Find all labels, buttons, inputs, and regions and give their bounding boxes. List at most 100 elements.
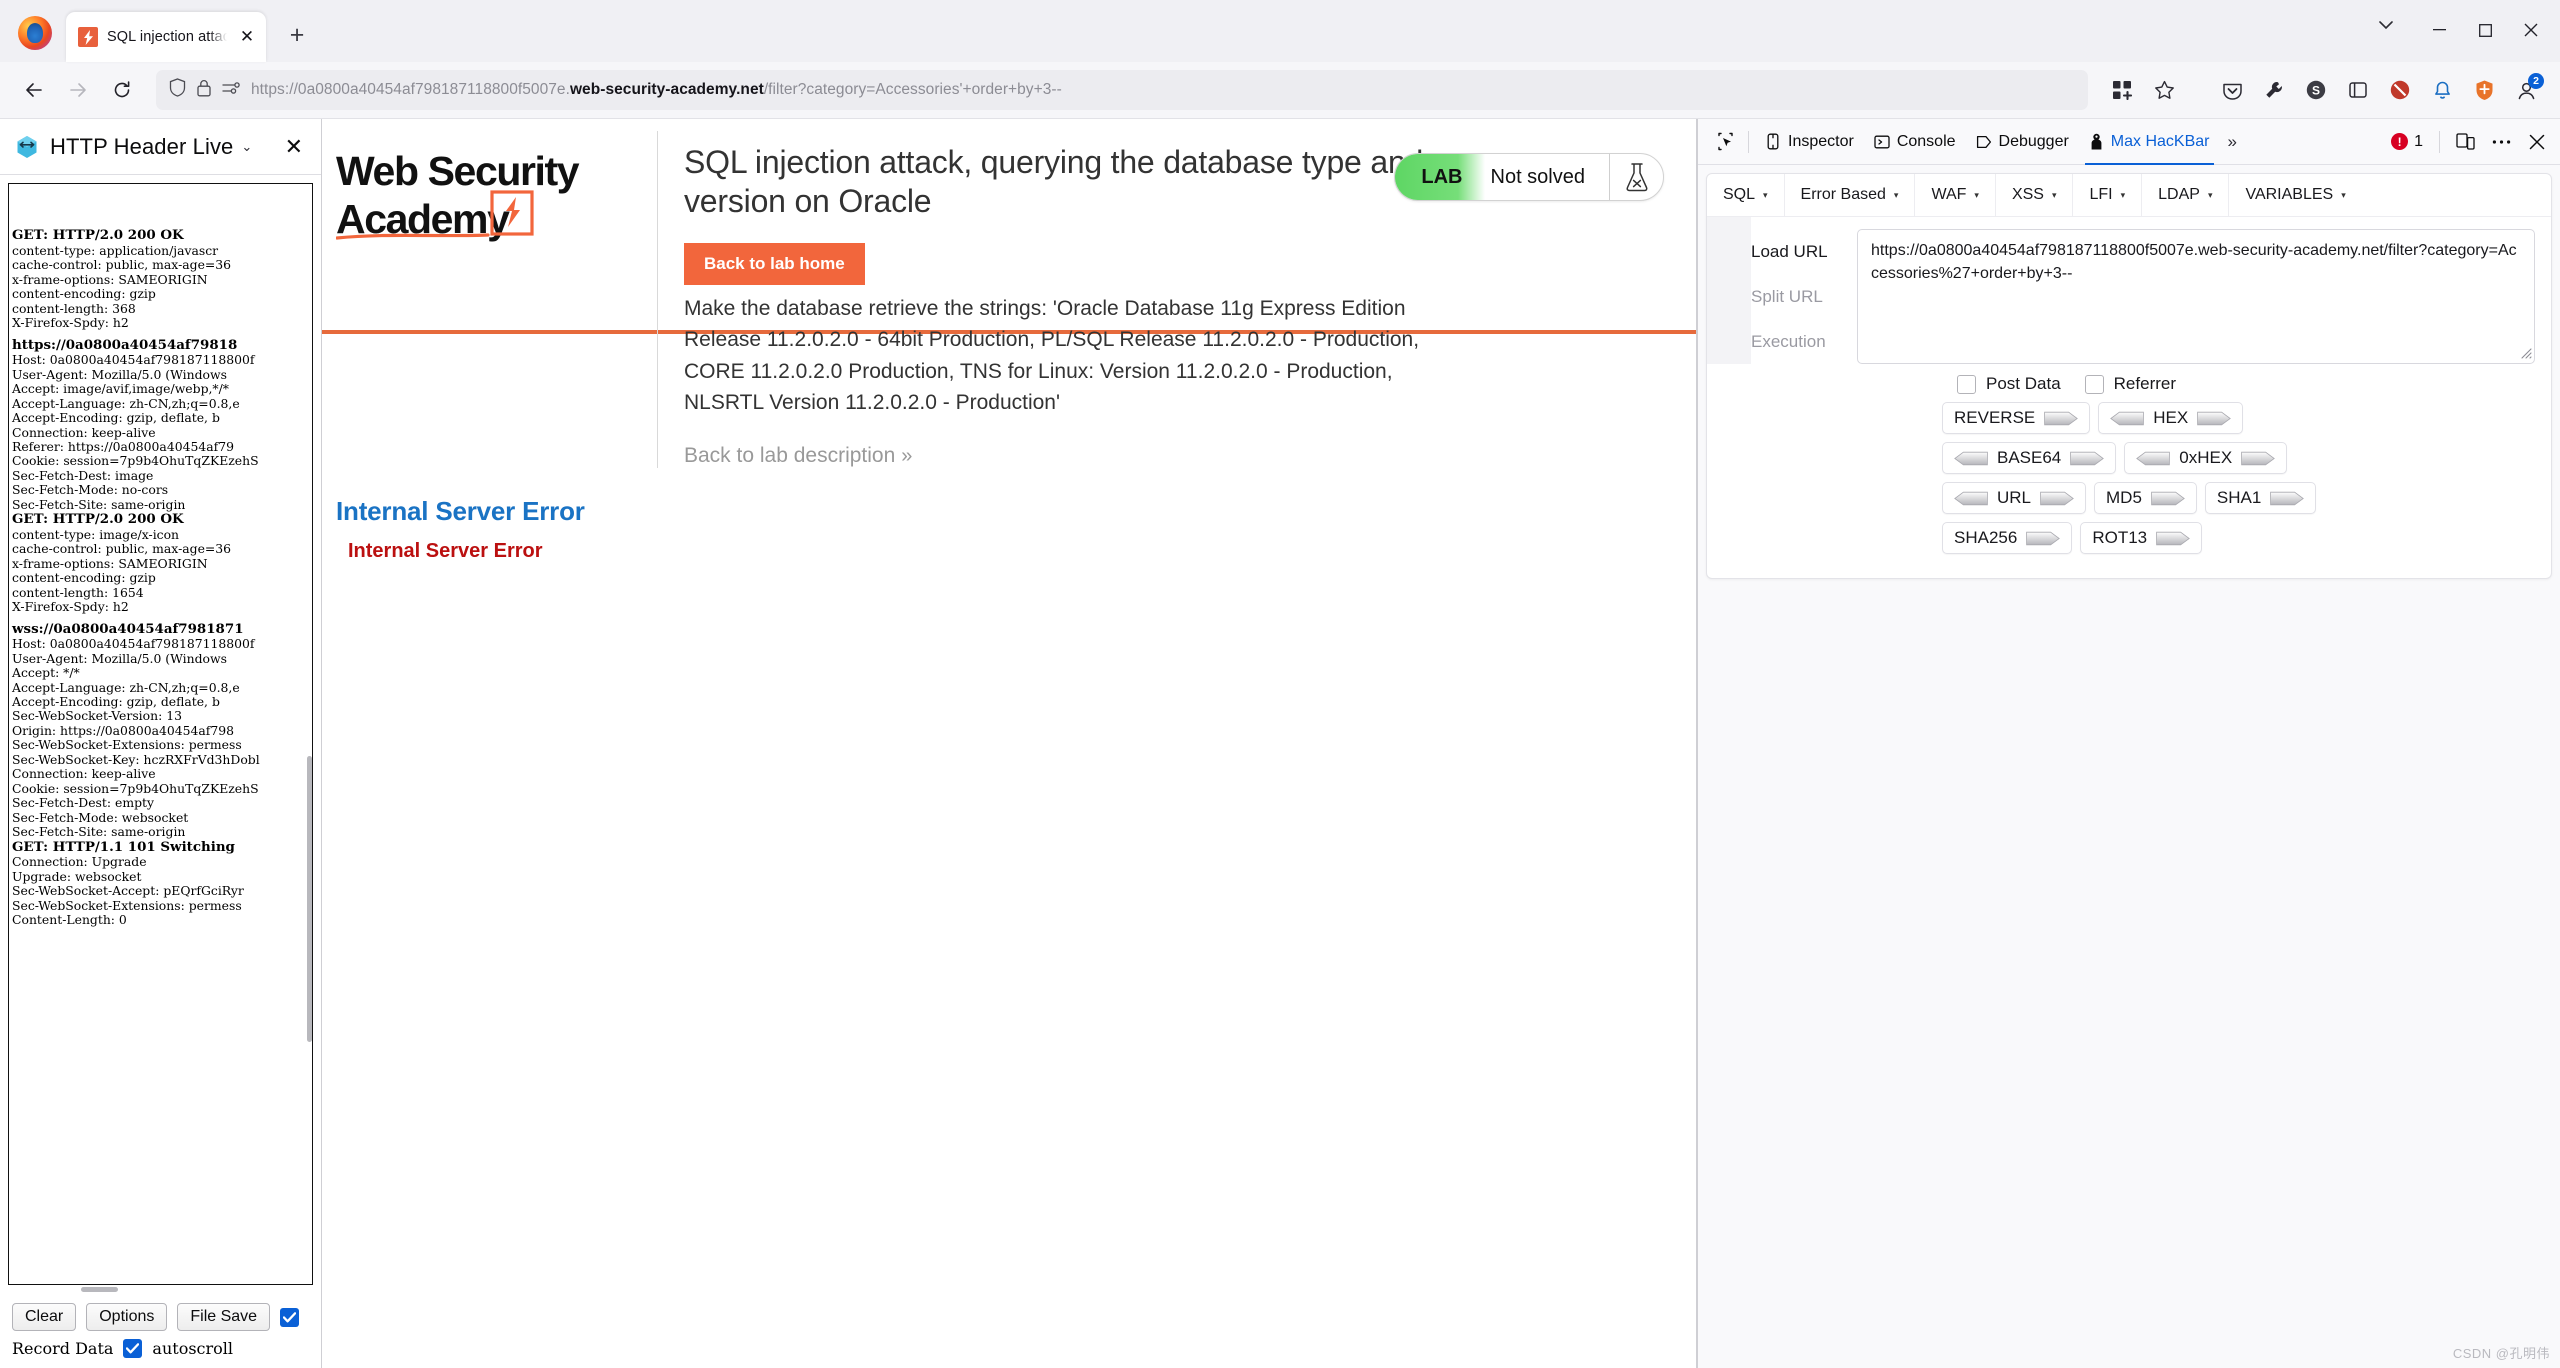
close-devtools-icon[interactable] (2520, 125, 2554, 159)
hackbar-menu-waf[interactable]: WAF ▾ (1915, 174, 1996, 216)
bookmark-star-icon[interactable] (2144, 70, 2184, 110)
encoder-button-hex[interactable]: HEX (2098, 402, 2244, 434)
encoder-button-label: HEX (2153, 408, 2189, 427)
log-header-line: User-Agent: Mozilla/5.0 (Windows (12, 366, 231, 382)
work-area: HTTP Header Live ⌄ ✕ GET: HTTP/2.0 200 O… (0, 119, 2560, 1368)
permissions-icon[interactable] (222, 81, 240, 100)
hackbar-menu-xss[interactable]: XSS ▾ (1996, 174, 2074, 216)
window-close-button[interactable] (2508, 13, 2554, 47)
list-all-tabs-icon[interactable] (2366, 8, 2406, 42)
encoder-button-md5[interactable]: MD5 (2094, 482, 2197, 514)
encoder-button-url[interactable]: URL (1942, 482, 2087, 514)
options-button[interactable]: Options (86, 1303, 168, 1331)
container-icon[interactable] (2338, 70, 2378, 110)
s-extension-icon[interactable]: S (2296, 70, 2336, 110)
shield-extension-icon[interactable] (2464, 70, 2504, 110)
log-header-line: Sec-Fetch-Dest: empty (12, 795, 154, 811)
hackbar-menu-error-based[interactable]: Error Based ▾ (1785, 174, 1916, 216)
encode-arrow-icon (2040, 491, 2074, 505)
encoder-row: SHA256 ROT13 (1942, 522, 2551, 554)
shield-icon[interactable] (169, 78, 186, 102)
encode-arrow-icon (2151, 491, 2185, 505)
checkbox-referrer[interactable] (2084, 374, 2104, 394)
sidebar-close-icon[interactable]: ✕ (279, 134, 309, 160)
log-header-line: Sec-WebSocket-Extensions: permess (12, 737, 242, 753)
autoscroll-checkbox[interactable] (123, 1339, 143, 1358)
checkbox-post-data[interactable] (1957, 374, 1976, 394)
chevron-down-icon[interactable]: ⌄ (241, 139, 252, 155)
encoder-button-reverse[interactable]: REVERSE (1942, 402, 2091, 434)
encoder-button-base64[interactable]: BASE64 (1942, 442, 2117, 474)
log-header-line: Accept-Encoding: gzip, deflate, b (12, 694, 220, 710)
hackbar-url-value: https://0a0800a40454af798187118800f5007e… (1871, 242, 2517, 282)
encoder-button-sha1[interactable]: SHA1 (2204, 482, 2317, 514)
extensions-grid-icon[interactable] (2102, 70, 2142, 110)
back-to-lab-description-link[interactable]: Back to lab description» (684, 444, 912, 468)
hackbar-menu-label: WAF (1931, 186, 1967, 203)
error-count-indicator[interactable]: ! 1 (2383, 133, 2431, 151)
encoder-button-rot13[interactable]: ROT13 (2080, 522, 2203, 554)
checkbox-label: Referrer (2113, 374, 2177, 393)
window-minimize-button[interactable] (2416, 13, 2462, 47)
account-badge: 2 (2528, 73, 2544, 89)
logo-column: Web Security Academy (322, 131, 658, 469)
tab-max-hackbar[interactable]: Max HacKBar (2079, 125, 2220, 165)
autoscroll-label: autoscroll (152, 1339, 234, 1358)
blocker-icon[interactable] (2380, 70, 2420, 110)
log-header-line: x-frame-options: SAMEORIGIN (12, 555, 208, 571)
file-save-button[interactable]: File Save (177, 1303, 271, 1331)
log-header-line: x-frame-options: SAMEORIGIN (12, 271, 208, 287)
encode-arrow-icon (2270, 491, 2305, 505)
hackbar-menu-lfi[interactable]: LFI ▾ (2073, 174, 2143, 216)
log-url-line: https://0a0800a40454af79818 (12, 336, 238, 353)
log-header-line: content-encoding: gzip (12, 286, 156, 302)
record-data-checkbox[interactable] (280, 1307, 300, 1327)
reload-icon[interactable] (102, 70, 142, 110)
portswigger-favicon-icon (78, 27, 98, 47)
log-horizontal-scrollbar[interactable] (8, 1285, 313, 1295)
responsive-design-icon[interactable] (2448, 125, 2482, 159)
web-security-academy-logo[interactable]: Web Security Academy (335, 145, 636, 249)
tab-max-hackbar-label: Max HacKBar (2110, 132, 2210, 150)
hackbar-menu-variables[interactable]: VARIABLES ▾ (2229, 174, 2361, 216)
hackbar-menu-ldap[interactable]: LDAP ▾ (2142, 174, 2230, 216)
lock-icon[interactable] (197, 79, 211, 102)
encoder-button-label: MD5 (2106, 488, 2142, 507)
tab-debugger[interactable]: Debugger (1966, 125, 2079, 159)
http-header-log[interactable]: GET: HTTP/2.0 200 OK content-type: applic… (8, 183, 313, 1285)
log-vertical-scrollbar[interactable] (307, 184, 312, 1284)
hackbar-menu-sql[interactable]: SQL ▾ (1707, 174, 1785, 216)
log-header-line: Connection: keep-alive (12, 424, 156, 440)
back-icon[interactable] (14, 70, 54, 110)
svg-text:Web Security: Web Security (336, 148, 580, 194)
devtools-overflow-icon[interactable]: » (2220, 132, 2245, 152)
clear-button[interactable]: Clear (12, 1303, 77, 1331)
wrench-icon[interactable] (2254, 70, 2294, 110)
account-icon[interactable]: 2 (2506, 70, 2546, 110)
encode-arrow-icon (2241, 451, 2276, 465)
decode-arrow-icon (2110, 411, 2145, 425)
url-bar[interactable]: https://0a0800a40454af798187118800f5007e… (156, 70, 2088, 110)
record-data-label: Record Data (12, 1339, 114, 1358)
back-to-lab-home-button[interactable]: Back to lab home (684, 243, 865, 286)
encoder-button-0xhex[interactable]: 0xHEX (2124, 442, 2288, 474)
notification-icon[interactable] (2422, 70, 2462, 110)
new-tab-button[interactable]: + (280, 18, 314, 52)
lab-status-badge[interactable]: LAB Not solved (1394, 153, 1664, 201)
tab-close-icon[interactable]: ✕ (236, 26, 258, 48)
log-header-line: cache-control: public, max-age=36 (12, 541, 232, 557)
more-options-icon[interactable] (2484, 125, 2518, 159)
error-count-label: 1 (2414, 132, 2423, 150)
resize-handle-icon[interactable] (2519, 346, 2532, 361)
flask-icon[interactable] (1609, 154, 1663, 200)
error-section: Internal Server Error Internal Server Er… (322, 468, 1696, 563)
hackbar-url-input[interactable]: https://0a0800a40454af798187118800f5007e… (1857, 229, 2535, 364)
encoder-button-sha256[interactable]: SHA256 (1942, 522, 2073, 554)
browser-tab[interactable]: SQL injection attack, querying the datab… (66, 12, 266, 62)
tab-inspector[interactable]: Inspector (1755, 125, 1864, 159)
window-maximize-button[interactable] (2462, 13, 2508, 47)
element-picker-icon[interactable] (1708, 125, 1742, 159)
pocket-icon[interactable] (2212, 70, 2252, 110)
tab-console[interactable]: Console (1864, 125, 1966, 159)
url-text: https://0a0800a40454af798187118800f5007e… (251, 81, 1062, 98)
